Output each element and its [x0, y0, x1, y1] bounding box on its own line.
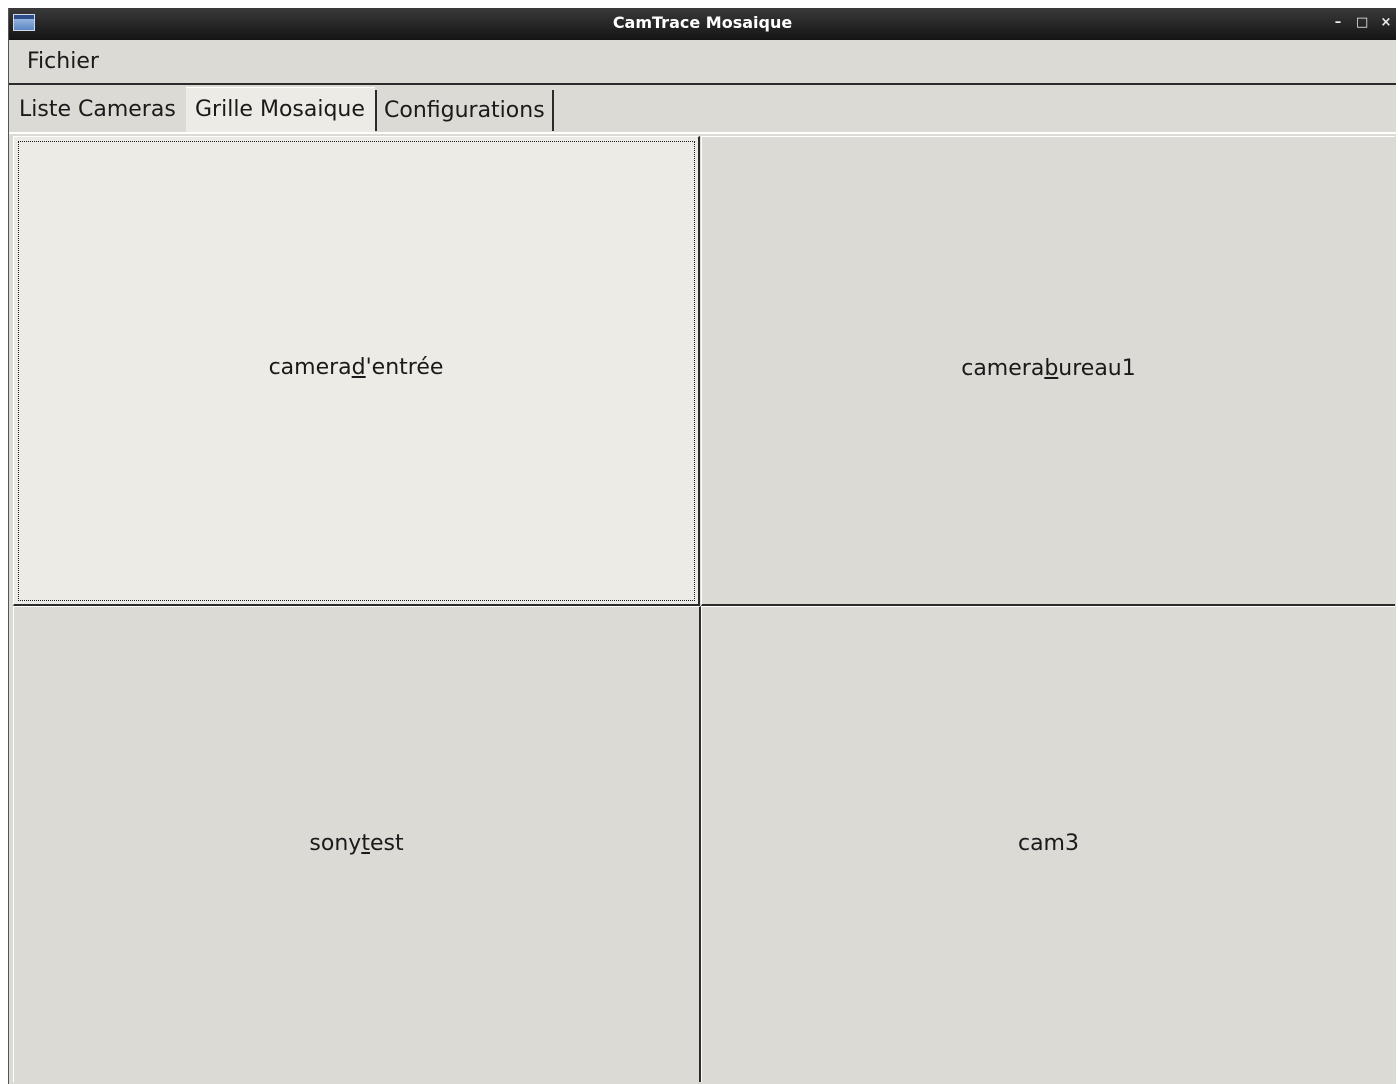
camera-button-entree[interactable]: camerad'entrée: [13, 136, 700, 606]
maximize-icon[interactable]: □: [1356, 14, 1368, 32]
menu-fichier[interactable]: Fichier: [20, 51, 106, 73]
camera-label: camerabureau1: [961, 356, 1136, 381]
minimize-icon[interactable]: –: [1332, 14, 1344, 32]
window-title: CamTrace Mosaique: [612, 13, 793, 32]
tab-bar: Liste Cameras Grille Mosaique Configurat…: [9, 87, 1396, 132]
camera-label: camerad'entrée: [268, 355, 444, 380]
camera-label: sonytest: [309, 831, 404, 856]
camera-label: cam3: [1017, 831, 1079, 856]
title-bar[interactable]: CamTrace Mosaique – □ ×: [9, 8, 1396, 40]
tab-divider: [9, 132, 1396, 134]
tab-configurations[interactable]: Configurations: [375, 90, 554, 131]
mosaic-grid: camerad'entrée camerabureau1 sonytest ca…: [13, 136, 1395, 1082]
camera-button-sonytest[interactable]: sonytest: [13, 606, 701, 1082]
tab-grille-mosaique[interactable]: Grille Mosaique: [186, 87, 375, 132]
camera-button-cam3[interactable]: cam3: [701, 606, 1395, 1082]
menu-bar: Fichier: [9, 40, 1396, 85]
tab-liste-cameras[interactable]: Liste Cameras: [10, 90, 186, 131]
close-icon[interactable]: ×: [1380, 14, 1392, 32]
window-controls: – □ ×: [1332, 14, 1392, 32]
app-window: CamTrace Mosaique – □ × Fichier Liste Ca…: [8, 8, 1396, 1084]
camera-button-bureau1[interactable]: camerabureau1: [701, 136, 1395, 606]
